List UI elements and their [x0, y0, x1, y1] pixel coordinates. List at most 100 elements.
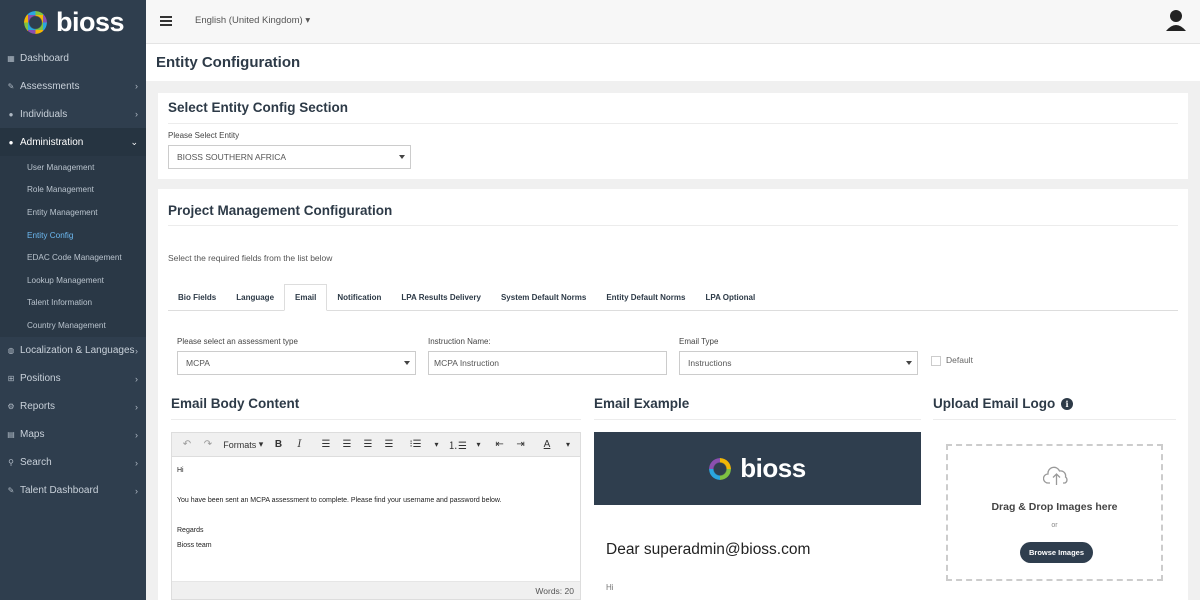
gears-icon: ⚙	[7, 402, 15, 412]
submenu-role-management[interactable]: Role Management	[0, 179, 146, 202]
chevron-down-icon[interactable]: ▾	[470, 436, 488, 454]
numbered-list-icon[interactable]: ⒈☰	[448, 436, 467, 454]
align-right-icon[interactable]: ☰	[359, 436, 377, 454]
caret-down-icon: ▾	[305, 15, 311, 26]
undo-icon[interactable]: ↶	[178, 436, 196, 454]
entity-select[interactable]: BIOSS SOUTHERN AFRICA	[168, 145, 411, 169]
page-title: Entity Configuration	[156, 54, 301, 71]
tab-entity-default-norms[interactable]: Entity Default Norms	[596, 284, 695, 311]
instruction-name-value: MCPA Instruction	[434, 358, 500, 368]
map-icon: ▤	[7, 430, 15, 440]
language-label: English (United Kingdom)	[195, 15, 303, 26]
chevron-down-icon[interactable]: ▾	[559, 436, 577, 454]
tab-system-default-norms[interactable]: System Default Norms	[491, 284, 596, 311]
sidebar-item-search[interactable]: ⚲ Search ›	[0, 449, 146, 477]
chevron-down-icon[interactable]: ▾	[428, 436, 446, 454]
sidebar-item-label: Positions	[20, 373, 61, 385]
sidebar-item-positions[interactable]: ⊞ Positions ›	[0, 365, 146, 393]
section-title: Project Management Configuration	[168, 203, 393, 218]
chevron-down-icon: ⌄	[130, 136, 138, 147]
text-color-icon[interactable]: A	[538, 436, 556, 454]
sidebar-item-individuals[interactable]: ● Individuals ›	[0, 100, 146, 128]
tab-email[interactable]: Email	[284, 284, 328, 311]
chevron-right-icon: ›	[135, 457, 138, 468]
bullet-list-icon[interactable]: ⁝☰	[407, 436, 425, 454]
email-type-select[interactable]: Instructions	[679, 351, 918, 375]
submenu-edac-code-management[interactable]: EDAC Code Management	[0, 246, 146, 269]
info-icon[interactable]: i	[1061, 398, 1073, 410]
caret-down-icon	[906, 361, 912, 365]
align-justify-icon[interactable]: ☰	[380, 436, 398, 454]
edit-icon: ✎	[7, 486, 15, 496]
sidebar-item-maps[interactable]: ▤ Maps ›	[0, 421, 146, 449]
submenu-country-management[interactable]: Country Management	[0, 314, 146, 337]
formats-dropdown[interactable]: Formats ▾	[223, 436, 263, 454]
language-selector[interactable]: English (United Kingdom) ▾	[195, 15, 310, 26]
email-body-title: Email Body Content	[171, 396, 300, 411]
logo-dropzone[interactable]: Drag & Drop Images here or Browse Images	[946, 444, 1163, 581]
submenu-lookup-management[interactable]: Lookup Management	[0, 269, 146, 292]
upload-logo-title: Upload Email Logo	[933, 396, 1056, 411]
sidebar-nav: ▦ Dashboard ✎ Assessments › ● Individual…	[0, 44, 146, 156]
align-center-icon[interactable]: ☰	[338, 436, 356, 454]
tab-lpa-results-delivery[interactable]: LPA Results Delivery	[391, 284, 491, 311]
sidebar-item-label: Maps	[20, 429, 45, 441]
page-header: Entity Configuration	[146, 44, 1200, 81]
config-tabs: Bio Fields Language Email Notification L…	[168, 284, 1178, 311]
email-preview-line: Hi	[606, 583, 614, 592]
instruction-name-label: Instruction Name:	[428, 337, 491, 346]
redo-icon[interactable]: ↷	[199, 436, 217, 454]
sidebar-item-label: Dashboard	[20, 52, 69, 64]
tab-bio-fields[interactable]: Bio Fields	[168, 284, 226, 311]
bold-icon[interactable]: B	[270, 436, 288, 454]
sidebar-item-dashboard[interactable]: ▦ Dashboard	[0, 44, 146, 72]
entity-select-value: BIOSS SOUTHERN AFRICA	[177, 152, 287, 162]
formats-label: Formats	[223, 439, 257, 450]
italic-icon[interactable]: I	[291, 436, 309, 454]
instruction-name-input[interactable]: MCPA Instruction	[428, 351, 667, 375]
user-avatar-icon[interactable]	[1166, 9, 1186, 33]
tab-language[interactable]: Language	[226, 284, 284, 311]
assessment-type-select[interactable]: MCPA	[177, 351, 416, 375]
sidebar-item-localization[interactable]: ◍ Localization & Languages ›	[0, 337, 146, 365]
submenu-talent-information[interactable]: Talent Information	[0, 292, 146, 315]
sidebar-item-administration[interactable]: ● Administration ⌄	[0, 128, 146, 156]
tab-notification[interactable]: Notification	[327, 284, 391, 311]
editor-content[interactable]: Hi You have been sent an MCPA assessment…	[172, 457, 580, 559]
logo-ring-icon	[24, 10, 47, 34]
divider	[594, 419, 921, 420]
align-left-icon[interactable]: ☰	[317, 436, 335, 454]
email-banner: bioss	[594, 432, 921, 505]
outdent-icon[interactable]: ⇤	[491, 436, 509, 454]
submenu-entity-config[interactable]: Entity Config	[0, 224, 146, 247]
indent-icon[interactable]: ⇥	[512, 436, 530, 454]
brand-name: bioss	[56, 6, 125, 37]
default-checkbox[interactable]	[931, 356, 941, 366]
sidebar-item-reports[interactable]: ⚙ Reports ›	[0, 393, 146, 421]
editor-line: You have been sent an MCPA assessment to…	[177, 497, 502, 504]
cloud-upload-icon	[1043, 466, 1068, 485]
email-greeting: Dear superadmin@bioss.com	[606, 541, 811, 558]
sidebar-nav-secondary: ◍ Localization & Languages › ⊞ Positions…	[0, 337, 146, 505]
sidebar-item-label: Localization & Languages	[20, 345, 135, 357]
hamburger-menu-icon[interactable]	[160, 16, 172, 26]
brand-logo[interactable]: bioss	[0, 0, 146, 44]
dropzone-title: Drag & Drop Images here	[991, 501, 1118, 513]
sidebar-item-label: Administration	[20, 136, 84, 148]
email-type-label: Email Type	[679, 337, 719, 346]
submenu-entity-management[interactable]: Entity Management	[0, 201, 146, 224]
browse-images-button[interactable]: Browse Images	[1020, 542, 1093, 563]
section-title: Select Entity Config Section	[168, 100, 349, 115]
user-icon: ●	[8, 137, 14, 147]
sidebar-item-assessments[interactable]: ✎ Assessments ›	[0, 72, 146, 100]
sidebar-item-label: Assessments	[20, 80, 80, 92]
submenu-user-management[interactable]: User Management	[0, 156, 146, 179]
editor-toolbar: ↶ ↷ Formats ▾ B I ☰ ☰ ☰ ☰ ⁝☰ ▾ ⒈☰ ▾ ⇤ ⇥ …	[172, 433, 580, 457]
sidebar-item-talent-dashboard[interactable]: ✎ Talent Dashboard ›	[0, 477, 146, 505]
search-icon: ⚲	[8, 458, 14, 468]
tab-lpa-optional[interactable]: LPA Optional	[695, 284, 765, 311]
dashboard-icon: ▦	[7, 53, 15, 63]
sidebar-item-label: Search	[20, 457, 52, 469]
entity-select-label: Please Select Entity	[168, 131, 240, 140]
